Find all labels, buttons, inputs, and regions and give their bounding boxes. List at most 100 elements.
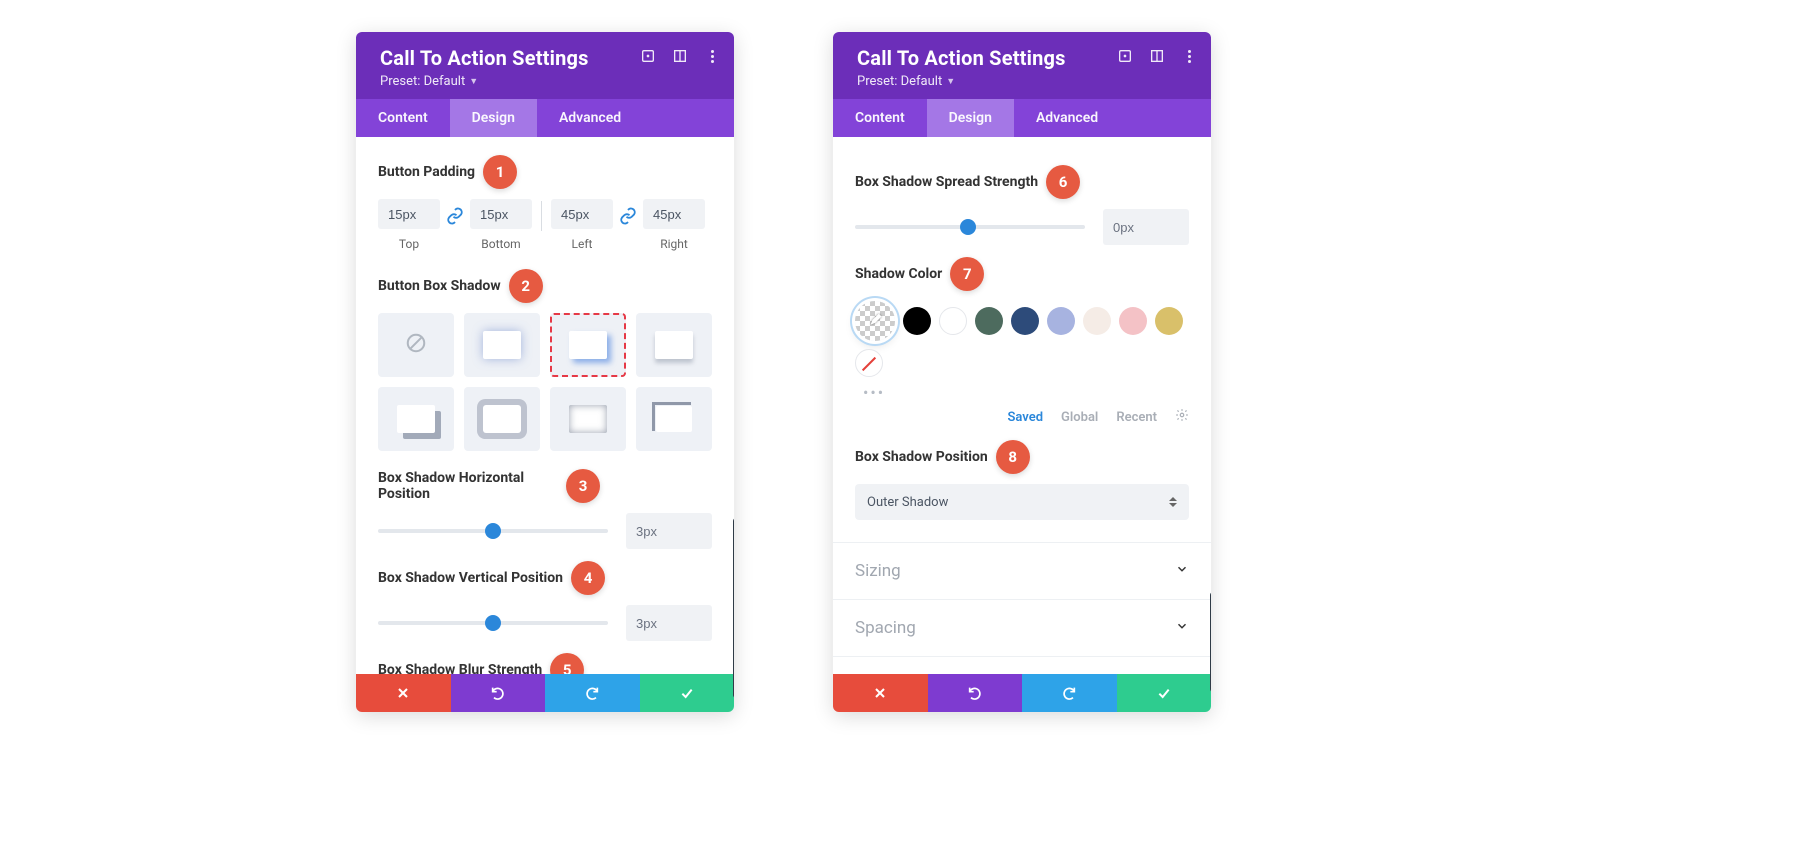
box-shadow-presets <box>378 313 712 451</box>
box-shadow-vertical-value[interactable] <box>626 605 712 641</box>
settings-panel-left: Call To Action Settings Preset: Default … <box>356 32 734 712</box>
tab-advanced[interactable]: Advanced <box>537 99 643 137</box>
palette-tab-recent[interactable]: Recent <box>1116 410 1157 425</box>
tab-design[interactable]: Design <box>927 99 1014 137</box>
box-shadow-horizontal-label: Box Shadow Horizontal Position 3 <box>378 469 712 503</box>
shadow-preset-2[interactable] <box>550 313 626 377</box>
color-swatch[interactable] <box>1047 307 1075 335</box>
box-shadow-horizontal-slider[interactable] <box>378 529 608 533</box>
accordion-row[interactable]: Spacing <box>833 599 1211 656</box>
padding-top-group: Top <box>378 199 440 251</box>
box-shadow-position-label: Box Shadow Position 8 <box>855 440 1189 474</box>
shadow-preset-1[interactable] <box>464 313 540 377</box>
shadow-color-label: Shadow Color 7 <box>855 257 1189 291</box>
box-shadow-horizontal-value[interactable] <box>626 513 712 549</box>
tab-advanced[interactable]: Advanced <box>1014 99 1120 137</box>
palette-tabs: Saved Global Recent <box>855 408 1189 426</box>
color-swatch[interactable] <box>1119 307 1147 335</box>
columns-icon[interactable] <box>1149 48 1165 64</box>
padding-top-input[interactable] <box>378 199 440 229</box>
padding-bottom-input[interactable] <box>470 199 532 229</box>
step-badge-5: 5 <box>550 653 584 674</box>
step-badge-2: 2 <box>509 269 543 303</box>
slider-thumb[interactable] <box>485 523 501 539</box>
color-swatch[interactable] <box>975 307 1003 335</box>
more-colors-icon[interactable]: ••• <box>855 383 1189 402</box>
focus-icon[interactable] <box>640 48 656 64</box>
more-icon[interactable] <box>704 48 720 64</box>
shadow-preset-3[interactable] <box>636 313 712 377</box>
color-swatch[interactable] <box>939 307 967 335</box>
header-icon-row <box>640 48 720 64</box>
tab-bar: Content Design Advanced <box>833 99 1211 137</box>
divider <box>541 201 542 231</box>
padding-bottom-label: Bottom <box>481 237 520 251</box>
gear-icon[interactable] <box>1175 408 1189 426</box>
shadow-preset-7[interactable] <box>636 387 712 451</box>
palette-tab-saved[interactable]: Saved <box>1007 410 1043 425</box>
box-shadow-spread-slider-row <box>855 209 1189 245</box>
scrollbar-thumb[interactable] <box>1210 592 1211 692</box>
color-swatch[interactable] <box>1083 307 1111 335</box>
accordion-row[interactable]: Border <box>833 656 1211 674</box>
panel-header: Call To Action Settings Preset: Default … <box>833 32 1211 99</box>
eyedropper-icon[interactable] <box>855 301 895 341</box>
padding-right-input[interactable] <box>643 199 705 229</box>
accordion-row[interactable]: Sizing <box>833 542 1211 599</box>
slider-thumb[interactable] <box>485 615 501 631</box>
box-shadow-position-select[interactable]: Outer Shadow <box>855 484 1189 520</box>
color-swatch[interactable] <box>903 307 931 335</box>
panel-body[interactable]: Button Padding 1 Top Bottom Left <box>356 137 734 674</box>
slider-thumb[interactable] <box>960 219 976 235</box>
step-badge-1: 1 <box>483 155 517 189</box>
shadow-preset-6[interactable] <box>550 387 626 451</box>
save-button[interactable] <box>1117 674 1212 712</box>
tab-content[interactable]: Content <box>833 99 927 137</box>
undo-button[interactable] <box>928 674 1023 712</box>
scrollbar-thumb[interactable] <box>733 518 734 698</box>
box-shadow-vertical-slider[interactable] <box>378 621 608 625</box>
tab-bar: Content Design Advanced <box>356 99 734 137</box>
undo-button[interactable] <box>451 674 546 712</box>
step-badge-8: 8 <box>996 440 1030 474</box>
shadow-preset-5[interactable] <box>464 387 540 451</box>
select-arrows-icon <box>1169 497 1177 507</box>
columns-icon[interactable] <box>672 48 688 64</box>
panel-header: Call To Action Settings Preset: Default … <box>356 32 734 99</box>
color-swatch[interactable] <box>1155 307 1183 335</box>
preset-selector[interactable]: Preset: Default ▼ <box>857 74 1193 89</box>
step-badge-4: 4 <box>571 561 605 595</box>
shadow-preset-4[interactable] <box>378 387 454 451</box>
box-shadow-spread-value[interactable] <box>1103 209 1189 245</box>
redo-button[interactable] <box>1022 674 1117 712</box>
redo-button[interactable] <box>545 674 640 712</box>
link-vertical-icon[interactable] <box>446 207 464 243</box>
padding-top-label: Top <box>399 237 419 251</box>
color-swatch-none[interactable] <box>855 349 883 377</box>
step-badge-3: 3 <box>566 469 600 503</box>
step-badge-7: 7 <box>950 257 984 291</box>
accordion-label: Spacing <box>855 618 916 638</box>
padding-left-input[interactable] <box>551 199 613 229</box>
chevron-down-icon <box>1175 561 1189 581</box>
tab-design[interactable]: Design <box>450 99 537 137</box>
more-icon[interactable] <box>1181 48 1197 64</box>
color-swatch[interactable] <box>1011 307 1039 335</box>
panel-footer <box>833 674 1211 712</box>
preset-label: Preset: Default <box>857 74 942 89</box>
select-value: Outer Shadow <box>867 495 948 510</box>
tab-content[interactable]: Content <box>356 99 450 137</box>
link-horizontal-icon[interactable] <box>619 207 637 243</box>
box-shadow-vertical-slider-row <box>378 605 712 641</box>
cancel-button[interactable] <box>833 674 928 712</box>
focus-icon[interactable] <box>1117 48 1133 64</box>
save-button[interactable] <box>640 674 735 712</box>
box-shadow-spread-slider[interactable] <box>855 225 1085 229</box>
preset-selector[interactable]: Preset: Default ▼ <box>380 74 716 89</box>
chevron-down-icon <box>1175 618 1189 638</box>
panel-body[interactable]: Box Shadow Spread Strength 6 Shadow Colo… <box>833 137 1211 674</box>
box-shadow-spread-label: Box Shadow Spread Strength 6 <box>855 165 1189 199</box>
palette-tab-global[interactable]: Global <box>1061 410 1098 425</box>
cancel-button[interactable] <box>356 674 451 712</box>
shadow-preset-none[interactable] <box>378 313 454 377</box>
